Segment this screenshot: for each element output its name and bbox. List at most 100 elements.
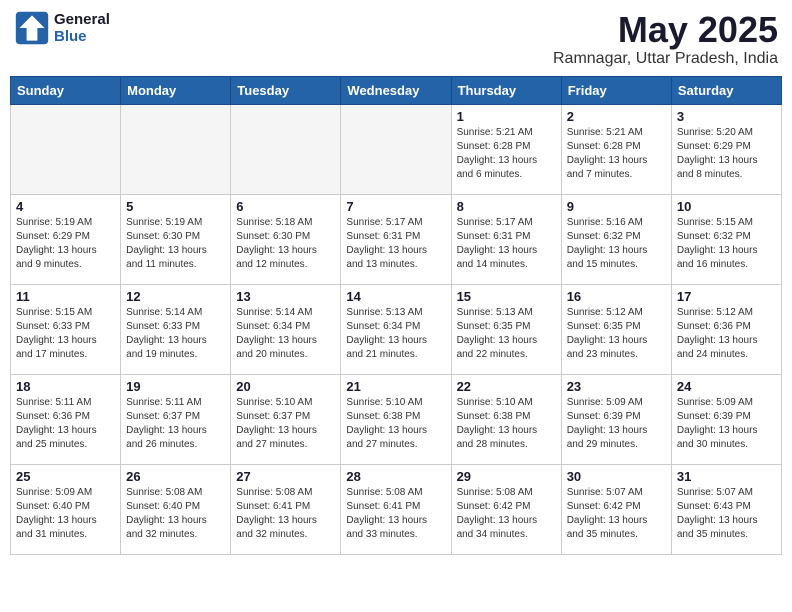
weekday-header: Thursday: [451, 76, 561, 104]
calendar-day-cell: 2 Sunrise: 5:21 AM Sunset: 6:28 PM Daylig…: [561, 104, 671, 194]
day-info: Sunrise: 5:10 AM Sunset: 6:38 PM Dayligh…: [457, 396, 556, 452]
day-number: 24: [677, 379, 776, 394]
day-number: 4: [16, 199, 115, 214]
calendar-day-cell: 13 Sunrise: 5:14 AM Sunset: 6:34 PM Dayli…: [231, 284, 341, 374]
day-info: Sunrise: 5:19 AM Sunset: 6:30 PM Dayligh…: [126, 216, 225, 272]
day-info: Sunrise: 5:09 AM Sunset: 6:40 PM Dayligh…: [16, 486, 115, 542]
calendar: SundayMondayTuesdayWednesdayThursdayFrid…: [10, 76, 782, 555]
day-info: Sunrise: 5:11 AM Sunset: 6:36 PM Dayligh…: [16, 396, 115, 452]
day-number: 17: [677, 289, 776, 304]
day-number: 21: [346, 379, 445, 394]
logo: General Blue: [14, 10, 110, 46]
day-info: Sunrise: 5:10 AM Sunset: 6:38 PM Dayligh…: [346, 396, 445, 452]
day-info: Sunrise: 5:14 AM Sunset: 6:34 PM Dayligh…: [236, 306, 335, 362]
day-number: 31: [677, 469, 776, 484]
calendar-week-row: 1 Sunrise: 5:21 AM Sunset: 6:28 PM Daylig…: [11, 104, 782, 194]
calendar-day-cell: 8 Sunrise: 5:17 AM Sunset: 6:31 PM Daylig…: [451, 194, 561, 284]
calendar-day-cell: 21 Sunrise: 5:10 AM Sunset: 6:38 PM Dayli…: [341, 374, 451, 464]
day-info: Sunrise: 5:18 AM Sunset: 6:30 PM Dayligh…: [236, 216, 335, 272]
day-number: 26: [126, 469, 225, 484]
calendar-day-cell: 10Sunrise: 5:15 AM Sunset: 6:32 PM Dayli…: [671, 194, 781, 284]
calendar-day-cell: 12 Sunrise: 5:14 AM Sunset: 6:33 PM Dayli…: [121, 284, 231, 374]
calendar-day-cell: 31 Sunrise: 5:07 AM Sunset: 6:43 PM Dayli…: [671, 464, 781, 554]
day-number: 27: [236, 469, 335, 484]
day-number: 30: [567, 469, 666, 484]
calendar-day-cell: 4Sunrise: 5:19 AM Sunset: 6:29 PM Daylig…: [11, 194, 121, 284]
day-number: 15: [457, 289, 556, 304]
day-number: 29: [457, 469, 556, 484]
day-number: 20: [236, 379, 335, 394]
day-info: Sunrise: 5:08 AM Sunset: 6:40 PM Dayligh…: [126, 486, 225, 542]
weekday-header: Sunday: [11, 76, 121, 104]
calendar-day-cell: [11, 104, 121, 194]
day-number: 8: [457, 199, 556, 214]
weekday-header: Friday: [561, 76, 671, 104]
calendar-day-cell: 28Sunrise: 5:08 AM Sunset: 6:41 PM Dayli…: [341, 464, 451, 554]
calendar-day-cell: [341, 104, 451, 194]
weekday-header: Tuesday: [231, 76, 341, 104]
day-number: 13: [236, 289, 335, 304]
day-number: 14: [346, 289, 445, 304]
day-info: Sunrise: 5:07 AM Sunset: 6:43 PM Dayligh…: [677, 486, 776, 542]
calendar-day-cell: 5 Sunrise: 5:19 AM Sunset: 6:30 PM Daylig…: [121, 194, 231, 284]
day-info: Sunrise: 5:07 AM Sunset: 6:42 PM Dayligh…: [567, 486, 666, 542]
day-info: Sunrise: 5:17 AM Sunset: 6:31 PM Dayligh…: [457, 216, 556, 272]
calendar-day-cell: 9 Sunrise: 5:16 AM Sunset: 6:32 PM Daylig…: [561, 194, 671, 284]
month-title: May 2025: [553, 10, 778, 50]
calendar-day-cell: 11 Sunrise: 5:15 AM Sunset: 6:33 PM Dayli…: [11, 284, 121, 374]
calendar-day-cell: 15 Sunrise: 5:13 AM Sunset: 6:35 PM Dayli…: [451, 284, 561, 374]
calendar-day-cell: 3 Sunrise: 5:20 AM Sunset: 6:29 PM Daylig…: [671, 104, 781, 194]
day-number: 7: [346, 199, 445, 214]
day-number: 5: [126, 199, 225, 214]
day-info: Sunrise: 5:12 AM Sunset: 6:35 PM Dayligh…: [567, 306, 666, 362]
weekday-header: Wednesday: [341, 76, 451, 104]
day-info: Sunrise: 5:15 AM Sunset: 6:33 PM Dayligh…: [16, 306, 115, 362]
calendar-day-cell: 1 Sunrise: 5:21 AM Sunset: 6:28 PM Daylig…: [451, 104, 561, 194]
day-info: Sunrise: 5:21 AM Sunset: 6:28 PM Dayligh…: [457, 126, 556, 182]
day-info: Sunrise: 5:10 AM Sunset: 6:37 PM Dayligh…: [236, 396, 335, 452]
calendar-day-cell: 7 Sunrise: 5:17 AM Sunset: 6:31 PM Daylig…: [341, 194, 451, 284]
day-number: 22: [457, 379, 556, 394]
day-info: Sunrise: 5:20 AM Sunset: 6:29 PM Dayligh…: [677, 126, 776, 182]
day-number: 1: [457, 109, 556, 124]
day-number: 23: [567, 379, 666, 394]
logo-icon: [14, 10, 50, 46]
day-number: 11: [16, 289, 115, 304]
calendar-day-cell: 16 Sunrise: 5:12 AM Sunset: 6:35 PM Dayli…: [561, 284, 671, 374]
day-info: Sunrise: 5:09 AM Sunset: 6:39 PM Dayligh…: [567, 396, 666, 452]
calendar-day-cell: 17 Sunrise: 5:12 AM Sunset: 6:36 PM Dayli…: [671, 284, 781, 374]
day-number: 19: [126, 379, 225, 394]
day-number: 2: [567, 109, 666, 124]
calendar-day-cell: 18 Sunrise: 5:11 AM Sunset: 6:36 PM Dayli…: [11, 374, 121, 464]
day-info: Sunrise: 5:12 AM Sunset: 6:36 PM Dayligh…: [677, 306, 776, 362]
day-info: Sunrise: 5:21 AM Sunset: 6:28 PM Dayligh…: [567, 126, 666, 182]
day-number: 10: [677, 199, 776, 214]
day-number: 6: [236, 199, 335, 214]
calendar-day-cell: 27 Sunrise: 5:08 AM Sunset: 6:41 PM Dayli…: [231, 464, 341, 554]
day-number: 9: [567, 199, 666, 214]
location: Ramnagar, Uttar Pradesh, India: [553, 50, 778, 68]
calendar-day-cell: 26 Sunrise: 5:08 AM Sunset: 6:40 PM Dayli…: [121, 464, 231, 554]
calendar-day-cell: 25Sunrise: 5:09 AM Sunset: 6:40 PM Dayli…: [11, 464, 121, 554]
calendar-day-cell: 24Sunrise: 5:09 AM Sunset: 6:39 PM Dayli…: [671, 374, 781, 464]
day-info: Sunrise: 5:13 AM Sunset: 6:34 PM Dayligh…: [346, 306, 445, 362]
calendar-day-cell: 22 Sunrise: 5:10 AM Sunset: 6:38 PM Dayli…: [451, 374, 561, 464]
day-info: Sunrise: 5:16 AM Sunset: 6:32 PM Dayligh…: [567, 216, 666, 272]
calendar-day-cell: 20 Sunrise: 5:10 AM Sunset: 6:37 PM Dayli…: [231, 374, 341, 464]
day-info: Sunrise: 5:17 AM Sunset: 6:31 PM Dayligh…: [346, 216, 445, 272]
day-number: 12: [126, 289, 225, 304]
day-number: 18: [16, 379, 115, 394]
day-number: 28: [346, 469, 445, 484]
calendar-day-cell: 14 Sunrise: 5:13 AM Sunset: 6:34 PM Dayli…: [341, 284, 451, 374]
day-info: Sunrise: 5:08 AM Sunset: 6:42 PM Dayligh…: [457, 486, 556, 542]
weekday-header: Monday: [121, 76, 231, 104]
day-info: Sunrise: 5:14 AM Sunset: 6:33 PM Dayligh…: [126, 306, 225, 362]
day-info: Sunrise: 5:08 AM Sunset: 6:41 PM Dayligh…: [236, 486, 335, 542]
calendar-week-row: 18 Sunrise: 5:11 AM Sunset: 6:36 PM Dayli…: [11, 374, 782, 464]
calendar-day-cell: 29 Sunrise: 5:08 AM Sunset: 6:42 PM Dayli…: [451, 464, 561, 554]
logo-line2: Blue: [54, 28, 110, 45]
calendar-week-row: 11 Sunrise: 5:15 AM Sunset: 6:33 PM Dayli…: [11, 284, 782, 374]
day-number: 3: [677, 109, 776, 124]
day-info: Sunrise: 5:13 AM Sunset: 6:35 PM Dayligh…: [457, 306, 556, 362]
day-number: 16: [567, 289, 666, 304]
